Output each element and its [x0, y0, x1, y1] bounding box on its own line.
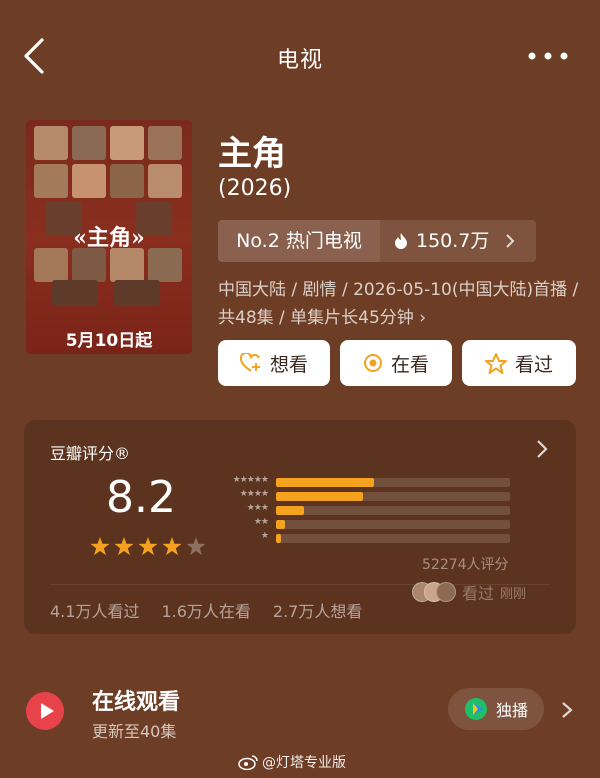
distribution-bar-track [276, 492, 510, 501]
recent-label: 看过 [462, 584, 495, 603]
heat-value: 150.7万 [416, 230, 490, 252]
distribution-bar-fill [276, 534, 281, 543]
distribution-stars-label: ★★★ [246, 503, 269, 513]
recent-time: 刚刚 [500, 586, 527, 602]
recent-activity: 看过 刚刚 [412, 580, 526, 604]
watching-count: 1.6万人在看 [161, 602, 251, 621]
play-icon[interactable] [26, 692, 64, 730]
rating-label: 豆瓣评分® [50, 444, 131, 463]
platform-button[interactable]: 独播 [448, 688, 544, 730]
heart-plus-icon [239, 353, 260, 372]
heat-value-group: 150.7万 [394, 220, 515, 262]
more-dots-icon[interactable] [526, 42, 570, 70]
distribution-bar-fill [276, 506, 305, 515]
audience-stats: 4.1万人看过 1.6万人在看 2.7万人想看 [50, 598, 362, 622]
rating-card[interactable]: 豆瓣评分® 8.2 ★★★★★ ★★★★ ★★★ ★★ ★ 52274人评分 看过 刚刚… [24, 420, 576, 634]
rating-star [186, 537, 206, 556]
want-count: 2.7万人想看 [272, 602, 363, 621]
distribution-bar-track [276, 534, 510, 543]
distribution-bar-track [276, 478, 510, 487]
weibo-icon [238, 755, 258, 770]
watch-update-status: 更新至40集 [92, 722, 177, 741]
rating-count: 52274人评分 [422, 557, 509, 573]
distribution-stars-label: ★★★★ [239, 489, 269, 499]
rating-star [162, 537, 182, 556]
chevron-right-icon [506, 234, 515, 248]
rating-stars [90, 537, 206, 556]
watched-button[interactable]: 看过 [462, 340, 576, 386]
poster-credits [38, 308, 180, 318]
poster-date: 5月10日起 [65, 331, 153, 351]
rank-badge[interactable]: No.2 热门电视 150.7万 [218, 220, 536, 262]
watching-label: 在看 [390, 353, 429, 376]
distribution-bar-fill [276, 520, 286, 529]
rating-star [114, 537, 134, 556]
watching-button[interactable]: 在看 [340, 340, 452, 386]
chevron-right-icon[interactable] [560, 700, 574, 720]
platform-label: 独播 [495, 701, 528, 720]
distribution-bar-fill [276, 492, 363, 501]
distribution-bar-track [276, 506, 510, 515]
page-title: 电视 [276, 48, 323, 73]
show-meta[interactable]: 中国大陆 / 剧情 / 2026-05-10(中国大陆)首播 / 共48集 / … [218, 276, 584, 332]
show-year: (2026) [218, 176, 292, 201]
want-label: 想看 [269, 353, 308, 376]
watch-online-title[interactable]: 在线观看 [92, 684, 180, 716]
distribution-stars-label: ★★ [253, 517, 269, 527]
rating-star [90, 537, 110, 556]
chevron-right-icon[interactable] [534, 438, 550, 460]
rank-label: No.2 热门电视 [218, 220, 380, 262]
watermark-text: @灯塔专业版 [262, 755, 346, 771]
distribution-stars-label: ★ [260, 531, 269, 541]
show-poster[interactable]: «主角» 5月10日起 [26, 120, 192, 354]
show-title: 主角 [218, 134, 286, 174]
flame-icon [395, 233, 407, 249]
star-icon [484, 352, 507, 374]
rating-star [138, 537, 158, 556]
target-icon [363, 354, 382, 372]
watermark: @灯塔专业版 [238, 752, 346, 772]
avatar [436, 582, 456, 602]
watched-label: 看过 [514, 353, 553, 376]
platform-logo-icon [464, 698, 487, 720]
distribution-stars-label: ★★★★★ [232, 475, 269, 485]
distribution-bar-fill [276, 478, 375, 487]
distribution-bar-track [276, 520, 510, 529]
watched-count: 4.1万人看过 [50, 602, 140, 621]
want-button[interactable]: 想看 [218, 340, 330, 386]
rating-score: 8.2 [106, 472, 176, 523]
